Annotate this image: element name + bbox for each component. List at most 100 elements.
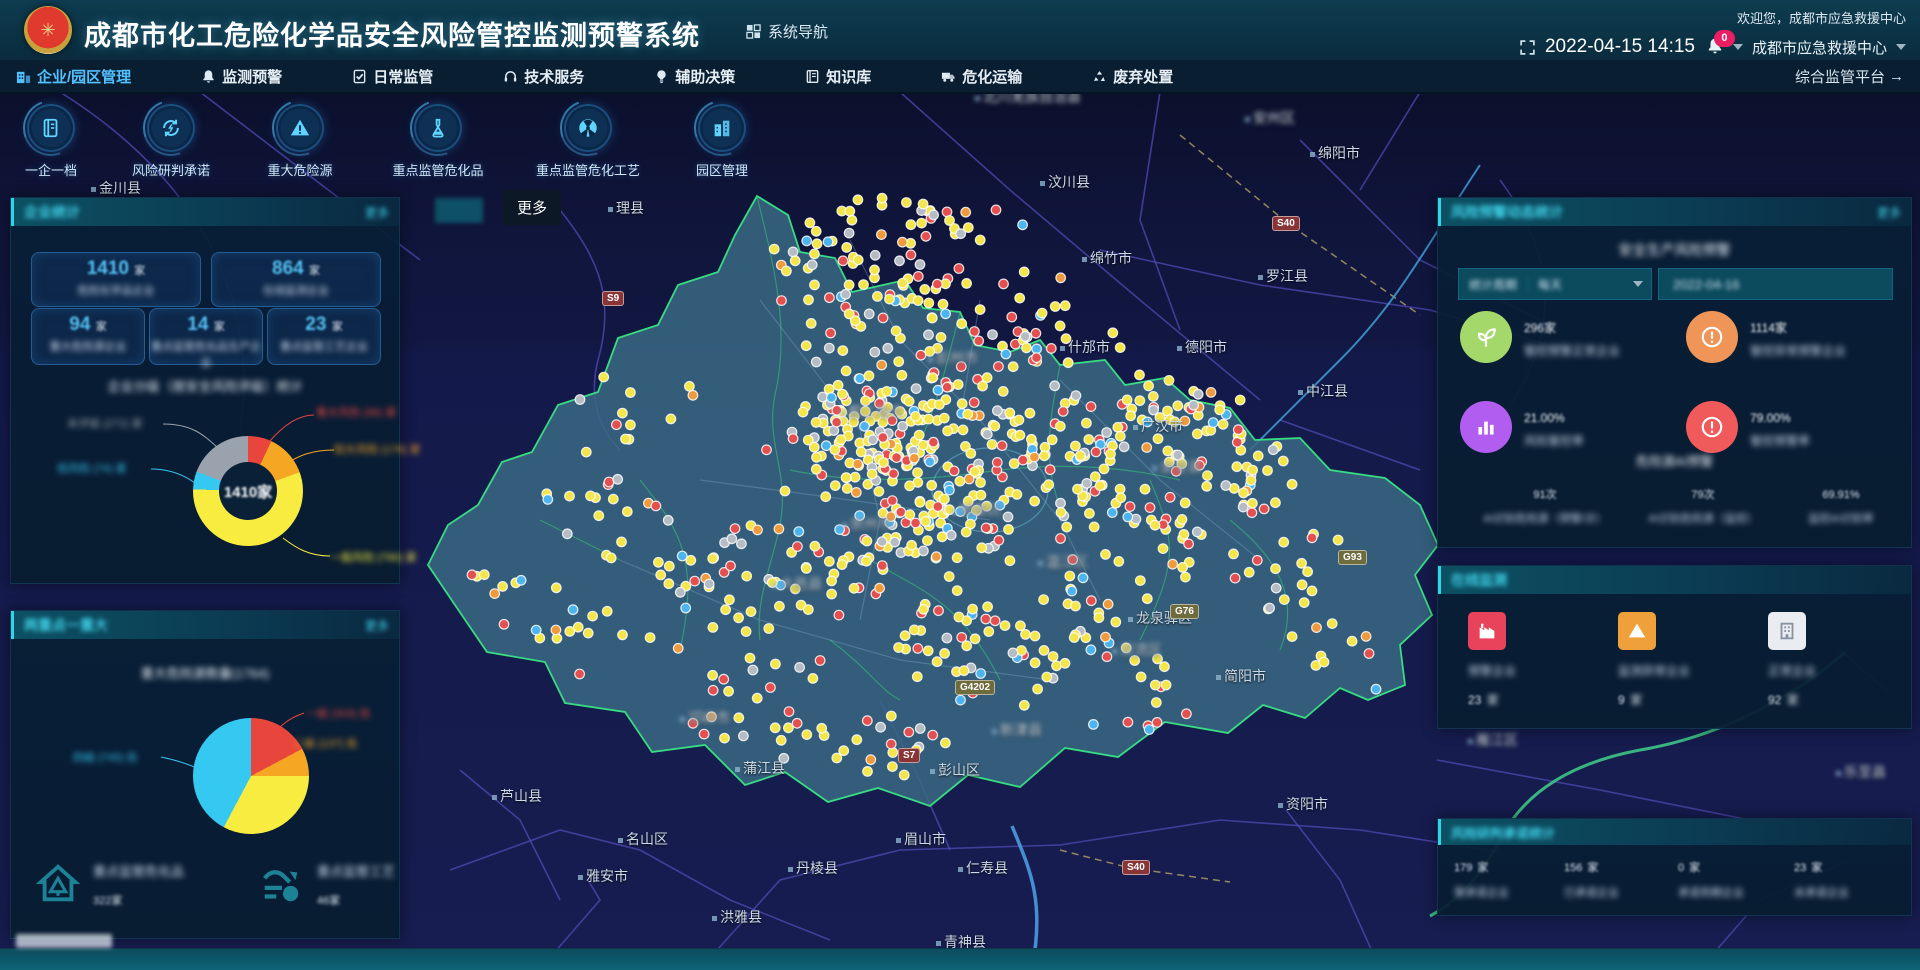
map-marker[interactable] [645,633,655,643]
map-marker[interactable] [1160,662,1170,672]
map-marker[interactable] [730,524,740,534]
map-marker[interactable] [1069,633,1079,643]
map-marker[interactable] [815,656,825,666]
map-marker[interactable] [1027,435,1037,445]
map-marker[interactable] [1151,680,1161,690]
map-marker[interactable] [1150,520,1160,530]
map-marker[interactable] [956,695,966,705]
map-marker[interactable] [923,536,933,546]
map-marker[interactable] [708,554,718,564]
map-marker[interactable] [955,476,965,486]
map-marker[interactable] [1039,595,1049,605]
map-marker[interactable] [1016,621,1026,631]
map-marker[interactable] [915,498,925,508]
map-marker[interactable] [677,551,687,561]
map-marker[interactable] [499,620,509,630]
map-marker[interactable] [966,449,976,459]
map-marker[interactable] [664,579,674,589]
map-marker[interactable] [1032,344,1042,354]
platform-link[interactable]: 综合监管平台 → [1795,60,1904,92]
map-marker[interactable] [1232,462,1242,472]
map-more-button[interactable]: 更多 [503,190,561,225]
map-marker[interactable] [988,330,998,340]
map-marker[interactable] [1238,502,1248,512]
map-marker[interactable] [993,458,1003,468]
map-marker[interactable] [1062,522,1072,532]
map-marker[interactable] [878,561,888,571]
map-marker[interactable] [981,523,991,533]
map-marker[interactable] [1103,599,1113,609]
menu-item-5[interactable]: 知识库 [805,66,871,87]
map-marker[interactable] [1056,498,1066,508]
map-marker[interactable] [938,299,948,309]
map-marker[interactable] [974,336,984,346]
fullscreen-icon[interactable] [1519,39,1536,56]
map-marker[interactable] [877,230,887,240]
map-marker[interactable] [1178,563,1188,573]
map-marker[interactable] [821,492,831,502]
map-marker[interactable] [976,478,986,488]
map-marker[interactable] [877,360,887,370]
map-marker[interactable] [997,441,1007,451]
map-marker[interactable] [1108,508,1118,518]
map-marker[interactable] [852,735,862,745]
map-marker[interactable] [565,491,575,501]
map-marker[interactable] [1280,595,1290,605]
map-marker[interactable] [942,382,952,392]
map-marker[interactable] [1149,392,1159,402]
map-marker[interactable] [1102,428,1112,438]
map-marker[interactable] [1094,613,1104,623]
map-marker[interactable] [808,674,818,684]
menu-item-0[interactable]: 企业/园区管理 [16,66,131,87]
map-marker[interactable] [1106,449,1116,459]
map-marker[interactable] [1161,680,1171,690]
map-marker[interactable] [924,414,934,424]
map-marker[interactable] [1001,349,1011,359]
map-marker[interactable] [1033,684,1043,694]
map-marker[interactable] [1015,430,1025,440]
map-marker[interactable] [1263,466,1273,476]
map-marker[interactable] [1184,539,1194,549]
map-marker[interactable] [1248,499,1258,509]
map-marker[interactable] [906,220,916,230]
map-marker[interactable] [859,280,869,290]
map-marker[interactable] [863,767,873,777]
map-marker[interactable] [929,437,939,447]
map-marker[interactable] [933,279,943,289]
map-marker[interactable] [725,595,735,605]
map-marker[interactable] [1303,567,1313,577]
map-marker[interactable] [467,570,477,580]
submenu-item-2[interactable]: 重大危险源 [235,104,365,179]
map-marker[interactable] [708,623,718,633]
map-marker[interactable] [516,576,526,586]
map-marker[interactable] [552,583,562,593]
map-marker[interactable] [724,687,734,697]
map-marker[interactable] [1086,645,1096,655]
map-marker[interactable] [1014,415,1024,425]
map-marker[interactable] [582,447,592,457]
map-marker[interactable] [839,746,849,756]
map-marker[interactable] [990,421,1000,431]
map-marker[interactable] [1004,525,1014,535]
map-marker[interactable] [978,381,988,391]
map-marker[interactable] [531,625,541,635]
map-marker[interactable] [1158,544,1168,554]
map-marker[interactable] [594,511,604,521]
map-marker[interactable] [1152,698,1162,708]
enterprise-stat-card-2[interactable]: 94 家重大危险源企业 [31,308,145,365]
map-marker[interactable] [1135,370,1145,380]
map-marker[interactable] [879,458,889,468]
map-marker[interactable] [599,372,609,382]
map-marker[interactable] [919,546,929,556]
map-marker[interactable] [1203,471,1213,481]
map-marker[interactable] [927,313,937,323]
map-marker[interactable] [913,468,923,478]
enterprise-stat-card-1[interactable]: 864 家在线监测企业 [211,252,381,307]
map-marker[interactable] [609,494,619,504]
map-marker[interactable] [994,362,1004,372]
map-marker[interactable] [1018,220,1028,230]
map-marker[interactable] [1253,556,1263,566]
panel-more-link[interactable]: 更多 [365,204,389,221]
map-marker[interactable] [563,529,573,539]
map-marker[interactable] [812,239,822,249]
